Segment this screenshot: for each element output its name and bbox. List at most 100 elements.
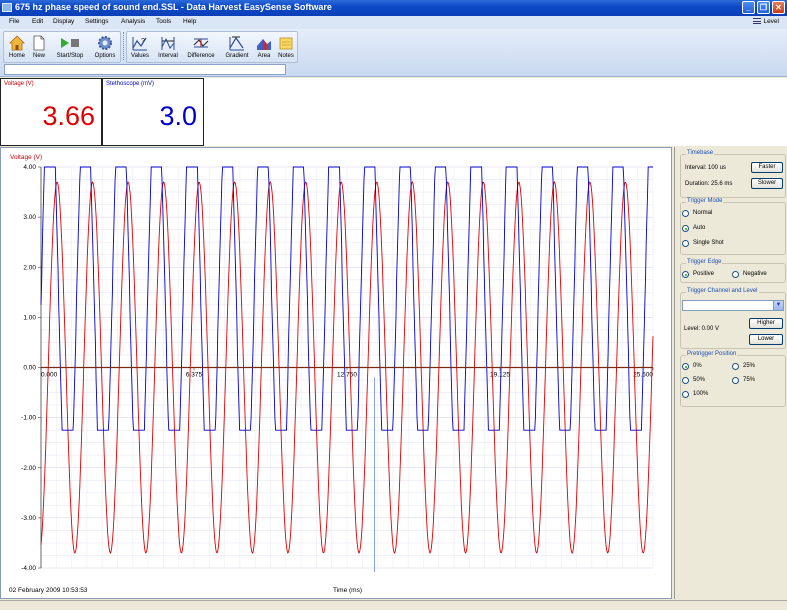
edge-negative-radio[interactable] (732, 271, 739, 278)
x-tick-label: 0.000 (41, 372, 58, 379)
pretrigger-0-radio[interactable] (682, 363, 689, 370)
pretrigger-group: Pretrigger Position 0% 25% 50% 75% 100% (680, 351, 786, 407)
level-icon (753, 18, 762, 24)
mode-auto-label: Auto (693, 225, 706, 231)
trigger-edge-title: Trigger Edge (686, 259, 723, 265)
close-button[interactable]: ✕ (772, 1, 785, 14)
trigger-channel-group: Trigger Channel and Level ▼ Level: 0.00 … (680, 288, 786, 349)
duration-text: Duration: 25.6 ms (685, 181, 733, 187)
pretrigger-50-label: 50% (693, 377, 706, 383)
toolbar-group-file: Home New Start/Stop Options (3, 31, 121, 63)
pretrigger-75-radio[interactable] (732, 377, 739, 384)
status-input-bar[interactable] (4, 64, 286, 75)
svg-text:?: ? (141, 38, 145, 45)
start-stop-icon (61, 38, 79, 48)
y-tick-label: -2.00 (21, 465, 36, 472)
gradient-button[interactable]: Gradient (222, 35, 252, 59)
menu-bar: File Edit Display Settings Analysis Tool… (0, 16, 787, 29)
menu-edit[interactable]: Edit (32, 18, 43, 25)
mode-single-shot-radio[interactable] (682, 240, 689, 247)
pretrigger-75-label: 75% (743, 377, 756, 383)
y-tick-label: 1.00 (23, 314, 36, 321)
interval-button[interactable]: Interval (155, 35, 181, 59)
notes-label: Notes (278, 53, 294, 59)
edge-positive-radio[interactable] (682, 271, 689, 278)
stethoscope-meter-label: Stethoscope (mV) (106, 81, 155, 87)
side-panel: Timebase Interval: 100 us Duration: 25.6… (674, 147, 787, 599)
home-label: Home (8, 53, 25, 59)
menu-tools[interactable]: Tools (156, 18, 171, 25)
difference-button[interactable]: Difference (184, 35, 218, 59)
x-axis-label: Time (ms) (333, 587, 362, 594)
y-tick-label: 2.00 (23, 264, 36, 271)
x-tick-label: 6.375 (186, 372, 203, 379)
slower-button[interactable]: Slower (751, 178, 783, 189)
area-button[interactable]: Area (254, 35, 274, 59)
maximize-button[interactable]: ❐ (757, 1, 770, 14)
y-tick-label: 3.00 (23, 214, 36, 221)
options-button[interactable]: Options (92, 35, 118, 59)
menu-settings[interactable]: Settings (85, 18, 109, 25)
edge-positive-label: Positive (693, 271, 715, 277)
y-tick-label: -3.00 (21, 515, 36, 522)
start-stop-button[interactable]: Start/Stop (53, 35, 87, 59)
notes-button[interactable]: Notes (276, 35, 296, 59)
pretrigger-25-radio[interactable] (732, 363, 739, 370)
y-tick-label: 4.00 (23, 164, 36, 171)
pretrigger-50-radio[interactable] (682, 377, 689, 384)
toolbar-group-analysis: ? Values Interval Difference Gradient Ar… (126, 31, 298, 63)
values-label: Values (131, 53, 149, 59)
pretrigger-0-label: 0% (693, 363, 702, 369)
trigger-mode-group: Trigger Mode Normal Auto Single Shot (680, 198, 786, 255)
values-icon: ? (132, 37, 147, 51)
area-label: Area (257, 53, 271, 59)
window-title: 675 hz phase speed of sound end.SSL - Da… (15, 2, 332, 12)
oscilloscope-chart[interactable]: 4.00 3.00 2.00 1.00 0.00 -1.00 -2.00 -3.00 -4.00… (1, 148, 671, 598)
pretrigger-100-radio[interactable] (682, 391, 689, 398)
interval-icon (161, 37, 175, 50)
y-tick-label: -1.00 (21, 415, 36, 422)
level-button[interactable]: Level (753, 18, 779, 25)
home-button[interactable]: Home (7, 35, 27, 59)
gradient-label: Gradient (225, 53, 249, 59)
toolbar-separator (123, 32, 124, 60)
y-tick-label: 0.00 (23, 365, 36, 372)
menu-file[interactable]: File (9, 18, 19, 25)
stethoscope-meter[interactable]: Stethoscope (mV) 3.0 (102, 78, 204, 146)
trigger-channel-select[interactable]: ▼ (682, 300, 784, 311)
mode-normal-radio[interactable] (682, 210, 689, 217)
voltage-meter[interactable]: Voltage (V) 3.66 (0, 78, 102, 146)
lower-button[interactable]: Lower (749, 334, 783, 345)
values-button[interactable]: ? Values (129, 35, 151, 59)
toolbar: Home New Start/Stop Options ? Values Int… (0, 29, 787, 77)
stethoscope-meter-value: 3.0 (159, 101, 197, 131)
notes-icon (279, 37, 293, 50)
mode-normal-label: Normal (693, 210, 713, 216)
trigger-channel-title: Trigger Channel and Level (686, 288, 759, 294)
voltage-meter-value: 3.66 (42, 101, 95, 131)
faster-button[interactable]: Faster (751, 162, 783, 173)
graph-panel[interactable]: 4.00 3.00 2.00 1.00 0.00 -1.00 -2.00 -3.00 -4.00… (0, 147, 672, 599)
new-file-icon (33, 35, 45, 51)
difference-label: Difference (187, 53, 215, 59)
area-icon (257, 39, 271, 50)
trigger-level-text: Level: 0.00 V (684, 326, 720, 332)
timebase-group: Timebase Interval: 100 us Duration: 25.6… (680, 150, 786, 198)
home-icon (9, 35, 25, 51)
difference-icon (193, 38, 209, 48)
minimize-button[interactable]: _ (742, 1, 755, 14)
new-button[interactable]: New (30, 35, 48, 59)
level-label: Level (763, 18, 779, 25)
mode-auto-radio[interactable] (682, 225, 689, 232)
higher-button[interactable]: Higher (749, 318, 783, 329)
title-bar: 675 hz phase speed of sound end.SSL - Da… (0, 0, 787, 16)
y-tick-label: -4.00 (21, 565, 36, 572)
menu-help[interactable]: Help (183, 18, 196, 25)
gear-icon (98, 36, 112, 50)
start-stop-label: Start/Stop (56, 53, 84, 59)
options-label: Options (94, 53, 116, 59)
pretrigger-25-label: 25% (743, 363, 756, 369)
menu-analysis[interactable]: Analysis (121, 18, 145, 25)
y-axis-label: Voltage (V) (10, 154, 42, 161)
menu-display[interactable]: Display (53, 18, 74, 25)
